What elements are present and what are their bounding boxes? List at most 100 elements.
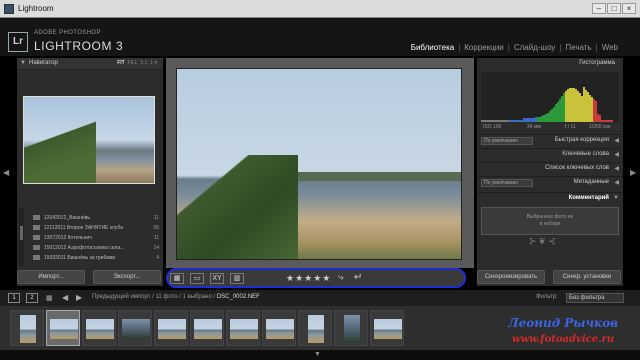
thumb-image — [266, 319, 294, 339]
filmstrip-thumb[interactable] — [190, 310, 224, 346]
module-web[interactable]: Web — [598, 43, 622, 52]
metadata-header[interactable]: По умолчанию Метаданные ◀ — [477, 176, 623, 188]
filmstrip-thumb[interactable] — [82, 310, 116, 346]
filmstrip-thumb[interactable] — [370, 310, 404, 346]
expand-triangle-icon[interactable]: ◀ — [614, 165, 619, 172]
filmstrip-header: 1 2 ▦ ◀ ▶ Предыдущий импорт / 11 фото / … — [0, 290, 640, 306]
folder-count: 14 — [153, 245, 159, 251]
keyword-list-header[interactable]: Список ключевых слов ◀ — [477, 162, 623, 174]
folder-count: 11 — [153, 215, 159, 221]
filmstrip-thumb[interactable] — [46, 310, 80, 346]
keywords-header[interactable]: Ключевые слова ◀ — [477, 148, 623, 160]
filmstrip-thumb[interactable] — [10, 310, 44, 346]
folders-scrollbar[interactable] — [19, 208, 24, 266]
left-panel: ▼ Навигатор FIT FILL 1:1 1:4 12042012_Ви… — [17, 58, 163, 286]
rating-stars[interactable]: ★★★★★ — [286, 273, 331, 284]
folder-name: 15092011 Вишнёвь за грибами — [44, 255, 116, 261]
filter-label: Фильтр: — [536, 294, 558, 300]
folder-count: 11 — [153, 235, 159, 241]
folder-item[interactable]: 12042012_Вишнёвь 11 — [33, 213, 159, 223]
author-watermark: Леонид Рычков — [508, 316, 619, 330]
rotate-left-icon[interactable]: ⤷ — [338, 272, 344, 283]
right-panel: Гистограмма ISO 100 34 мм f / 11 1/250 с… — [477, 58, 623, 286]
filmstrip-thumb[interactable] — [298, 310, 332, 346]
module-slideshow[interactable]: Слайд-шоу — [510, 43, 559, 52]
filmstrip-thumb[interactable] — [118, 310, 152, 346]
expand-triangle-icon[interactable]: ◀ — [614, 151, 619, 158]
filmstrip-thumb[interactable] — [154, 310, 188, 346]
filmstrip-thumb[interactable] — [334, 310, 368, 346]
back-arrow-icon[interactable]: ◀ — [62, 293, 68, 302]
iso-value: ISO 100 — [483, 124, 502, 130]
primary-window-button[interactable]: 1 — [8, 293, 20, 303]
focal-value: 34 мм — [527, 124, 541, 130]
module-print[interactable]: Печать — [561, 43, 595, 52]
secondary-window-button[interactable]: 2 — [26, 293, 38, 303]
maximize-icon[interactable]: □ — [607, 3, 621, 14]
histogram-header[interactable]: Гистограмма — [477, 58, 623, 70]
thumb-image — [20, 315, 36, 343]
export-button[interactable]: Экспорт... — [93, 270, 161, 284]
zoom-fill[interactable]: FILL — [128, 60, 138, 66]
filmstrip-thumb[interactable] — [262, 310, 296, 346]
zoom-1-4[interactable]: 1:4 — [150, 60, 157, 66]
import-button[interactable]: Импорт... — [17, 270, 85, 284]
collapse-triangle-icon[interactable]: ▼ — [613, 195, 619, 201]
folder-name: 12042012_Вишнёвь — [44, 215, 90, 221]
collapse-left-icon[interactable]: ◀ — [3, 168, 9, 177]
sync-settings-button[interactable]: Синхр. установки — [553, 270, 621, 284]
expand-triangle-icon[interactable]: ◀ — [614, 179, 619, 186]
survey-view-icon[interactable]: ▥ — [230, 273, 244, 284]
collapse-right-icon[interactable]: ▶ — [630, 168, 636, 177]
library-toolbar: ▦ ▭ XY ▥ ★★★★★ ⤷ ↵ — [166, 268, 466, 288]
zoom-1-1[interactable]: 1:1 — [140, 60, 147, 66]
filter-select[interactable]: Без фильтра — [566, 293, 624, 303]
compare-view-icon[interactable]: XY — [210, 273, 224, 284]
navigator-header[interactable]: ▼ Навигатор FIT FILL 1:1 1:4 — [17, 58, 163, 70]
collapse-triangle-icon[interactable]: ▼ — [20, 60, 26, 66]
scrollbar-thumb[interactable] — [20, 226, 23, 240]
histogram-chart — [481, 72, 619, 122]
quick-develop-header[interactable]: По умолчанию Быстрая коррекция ◀ — [477, 134, 623, 146]
comments-header[interactable]: Комментарий ▼ — [477, 192, 623, 204]
comment-text-2: в наборе — [539, 221, 561, 227]
preset-select[interactable]: По умолчанию — [481, 137, 533, 145]
thumb-image — [122, 319, 150, 339]
minimize-icon[interactable]: – — [592, 3, 606, 14]
main-photo[interactable] — [176, 68, 462, 260]
comment-box[interactable]: Выбранное фото не в наборе — [481, 207, 619, 235]
keywords-label: Ключевые слова — [562, 151, 609, 157]
filmstrip-thumb[interactable] — [226, 310, 260, 346]
folder-item[interactable]: 15012012 Аэрофотосъемка села... 14 — [33, 243, 159, 253]
folder-count: 4 — [156, 255, 159, 261]
forward-arrow-icon[interactable]: ▶ — [76, 293, 82, 302]
folder-name: 12112011 Второе ЗАНЯТИЕ клуба — [44, 225, 124, 231]
panel-end-ornament-icon: ⊱❦⊰ — [529, 236, 558, 246]
grid-view-icon[interactable]: ▦ — [170, 273, 184, 284]
breadcrumb-filename: DSC_0002.NEF — [216, 294, 260, 300]
close-icon[interactable]: × — [622, 3, 636, 14]
folder-icon — [33, 225, 40, 230]
window-title: Lightroom — [18, 4, 54, 13]
navigator-preview[interactable] — [23, 96, 155, 184]
rotate-right-icon[interactable]: ↵ — [354, 272, 362, 283]
folder-item[interactable]: 13072012 Котельнич 11 — [33, 233, 159, 243]
navigator-zoom-options[interactable]: FIT FILL 1:1 1:4 — [117, 60, 157, 66]
zoom-fit[interactable]: FIT — [117, 60, 125, 66]
metadata-preset-select[interactable]: По умолчанию — [481, 179, 533, 187]
module-library[interactable]: Библиотека — [407, 43, 459, 52]
loupe-view-icon[interactable]: ▭ — [190, 273, 204, 284]
grid-icon[interactable]: ▦ — [46, 294, 53, 302]
expand-triangle-icon[interactable]: ◀ — [614, 137, 619, 144]
histogram-bar — [611, 120, 613, 122]
breadcrumb[interactable]: Предыдущий импорт / 11 фото / 1 выбрано … — [92, 294, 260, 300]
thumb-image — [374, 319, 402, 339]
folder-icon — [33, 255, 40, 260]
folder-name: 13072012 Котельнич — [44, 235, 92, 241]
collapse-filmstrip-icon[interactable]: ▼ — [314, 351, 321, 358]
folder-item[interactable]: 12112011 Второе ЗАНЯТИЕ клуба 55 — [33, 223, 159, 233]
module-develop[interactable]: Коррекции — [460, 43, 507, 52]
aperture-value: f / 11 — [565, 124, 576, 130]
folder-item[interactable]: 15092011 Вишнёвь за грибами 4 — [33, 253, 159, 263]
sync-metadata-button[interactable]: Синхронизировать — [477, 270, 545, 284]
